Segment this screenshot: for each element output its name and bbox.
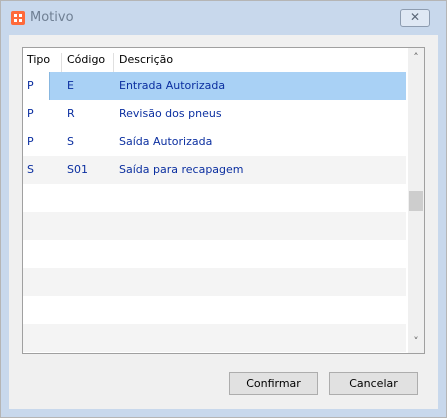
- app-icon: [11, 11, 25, 25]
- dialog-body: Tipo Código Descrição P E Entrada Autori…: [9, 35, 438, 409]
- close-icon: ✕: [409, 10, 421, 24]
- scroll-down-icon[interactable]: ˅: [408, 334, 424, 350]
- title-bar[interactable]: Motivo ✕: [1, 1, 446, 35]
- table-row[interactable]: P E Entrada Autorizada: [23, 72, 406, 100]
- column-header-descricao[interactable]: Descrição: [119, 53, 173, 66]
- scroll-up-icon[interactable]: ˄: [408, 50, 424, 66]
- cancel-button[interactable]: Cancelar: [329, 372, 418, 395]
- motivo-grid[interactable]: Tipo Código Descrição P E Entrada Autori…: [22, 47, 425, 354]
- cell-tipo: P: [27, 135, 34, 148]
- cell-descricao: Entrada Autorizada: [119, 79, 226, 92]
- table-row[interactable]: P R Revisão dos pneus: [23, 100, 406, 128]
- table-row[interactable]: S S01 Saída para recapagem: [23, 156, 406, 184]
- empty-row: [23, 268, 406, 296]
- empty-row: [23, 324, 406, 352]
- confirm-button[interactable]: Confirmar: [229, 372, 318, 395]
- table-row[interactable]: P S Saída Autorizada: [23, 128, 406, 156]
- cell-descricao: Saída Autorizada: [119, 135, 213, 148]
- cell-codigo: S: [67, 135, 74, 148]
- cell-tipo: S: [27, 163, 34, 176]
- vertical-scrollbar[interactable]: ˄ ˅: [408, 48, 424, 353]
- empty-row: [23, 296, 406, 324]
- cell-descricao: Saída para recapagem: [119, 163, 244, 176]
- column-header-codigo[interactable]: Código: [67, 53, 105, 66]
- column-header-tipo[interactable]: Tipo: [27, 53, 50, 66]
- cell-codigo: S01: [67, 163, 88, 176]
- cell-codigo: E: [67, 79, 74, 92]
- cell-descricao: Revisão dos pneus: [119, 107, 222, 120]
- cell-codigo: R: [67, 107, 75, 120]
- grid-header: Tipo Código Descrição: [23, 48, 406, 77]
- cell-tipo: P: [27, 79, 34, 92]
- cell-tipo: P: [27, 107, 34, 120]
- empty-row: [23, 184, 406, 212]
- scrollbar-thumb[interactable]: [409, 191, 423, 211]
- dialog-window: Motivo ✕ Tipo Código Descrição P E Entra…: [0, 0, 447, 418]
- empty-row: [23, 240, 406, 268]
- window-title: Motivo: [30, 10, 74, 25]
- close-button[interactable]: ✕: [400, 9, 430, 27]
- empty-row: [23, 212, 406, 240]
